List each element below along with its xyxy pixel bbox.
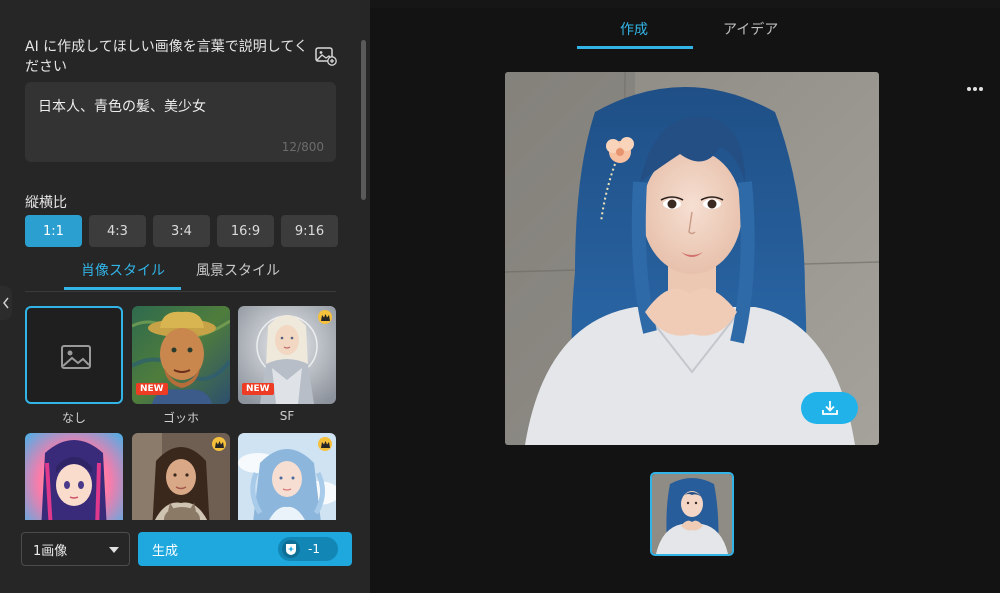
aspect-ratio-16-9[interactable]: 16:9 xyxy=(217,215,274,247)
style-card-watercolor[interactable] xyxy=(238,433,336,520)
panel-scrollbar[interactable] xyxy=(361,40,366,200)
style-card-none[interactable]: なし xyxy=(25,306,123,426)
style-grid: なし NEW ゴッホ NEW SF xyxy=(25,306,336,520)
style-card-anime[interactable] xyxy=(25,433,123,520)
aspect-ratio-1-1[interactable]: 1:1 xyxy=(25,215,82,247)
style-thumb-none xyxy=(25,306,123,404)
style-thumb-sf: NEW xyxy=(238,306,336,404)
top-tab-indicator xyxy=(577,46,693,49)
aspect-ratio-label: 縦横比 xyxy=(25,195,67,211)
char-count: 12/800 xyxy=(281,140,324,154)
bottom-bar: 1画像 生成 -1 xyxy=(0,520,370,593)
more-options-icon[interactable] xyxy=(966,86,984,92)
left-panel: AI に作成してほしい画像を言葉で説明してください 日本人、青色の髪、美少女 1… xyxy=(0,0,370,593)
credit-cost: -1 xyxy=(308,542,320,556)
new-badge: NEW xyxy=(136,383,168,395)
active-tab-indicator xyxy=(64,287,181,290)
style-card-gogh[interactable]: NEW ゴッホ xyxy=(132,306,230,426)
aspect-ratio-group: 1:1 4:3 3:4 16:9 9:16 xyxy=(25,215,338,247)
prompt-input[interactable]: 日本人、青色の髪、美少女 12/800 xyxy=(25,82,336,162)
image-upload-icon[interactable] xyxy=(315,46,337,66)
prompt-text: 日本人、青色の髪、美少女 xyxy=(38,99,206,115)
aspect-ratio-4-3[interactable]: 4:3 xyxy=(89,215,146,247)
tab-portrait-style[interactable]: 肖像スタイル xyxy=(81,260,165,280)
style-name-none: なし xyxy=(61,411,86,425)
chevron-left-icon xyxy=(3,297,9,309)
image-count-select[interactable]: 1画像 xyxy=(21,532,130,566)
tab-landscape-style[interactable]: 風景スタイル xyxy=(196,260,280,280)
collapse-panel-button[interactable] xyxy=(0,286,12,320)
style-thumb-watercolor xyxy=(238,433,336,520)
style-card-sf[interactable]: NEW SF xyxy=(238,306,336,423)
new-badge: NEW xyxy=(242,383,274,395)
style-name-sf: SF xyxy=(279,409,295,423)
aspect-ratio-9-16[interactable]: 9:16 xyxy=(281,215,338,247)
generate-button[interactable]: 生成 -1 xyxy=(138,532,352,566)
chevron-down-icon xyxy=(109,547,119,553)
tab-ideas[interactable]: アイデア xyxy=(723,19,778,39)
style-thumb-anime xyxy=(25,433,123,520)
result-thumbnail[interactable] xyxy=(650,472,734,556)
image-placeholder-icon xyxy=(61,345,91,369)
download-button[interactable] xyxy=(801,392,858,424)
download-icon xyxy=(821,401,838,415)
top-tabs: 作成 アイデア xyxy=(577,0,807,52)
style-tabs: 肖像スタイル 風景スタイル xyxy=(25,258,336,292)
generated-image[interactable] xyxy=(505,72,879,445)
generate-label: 生成 xyxy=(152,543,179,559)
crown-icon xyxy=(318,437,332,451)
style-thumb-photo-cat xyxy=(132,433,230,520)
style-card-photo-cat[interactable] xyxy=(132,433,230,520)
credit-icon xyxy=(282,540,300,558)
crown-icon xyxy=(318,310,332,324)
image-count-value: 1画像 xyxy=(33,543,68,559)
crown-icon xyxy=(212,437,226,451)
aspect-ratio-3-4[interactable]: 3:4 xyxy=(153,215,210,247)
style-name-gogh: ゴッホ xyxy=(162,411,199,425)
credit-cost-pill: -1 xyxy=(278,537,338,561)
prompt-label: AI に作成してほしい画像を言葉で説明してください xyxy=(25,39,308,75)
style-thumb-gogh: NEW xyxy=(132,306,230,404)
tab-create[interactable]: 作成 xyxy=(620,19,648,39)
